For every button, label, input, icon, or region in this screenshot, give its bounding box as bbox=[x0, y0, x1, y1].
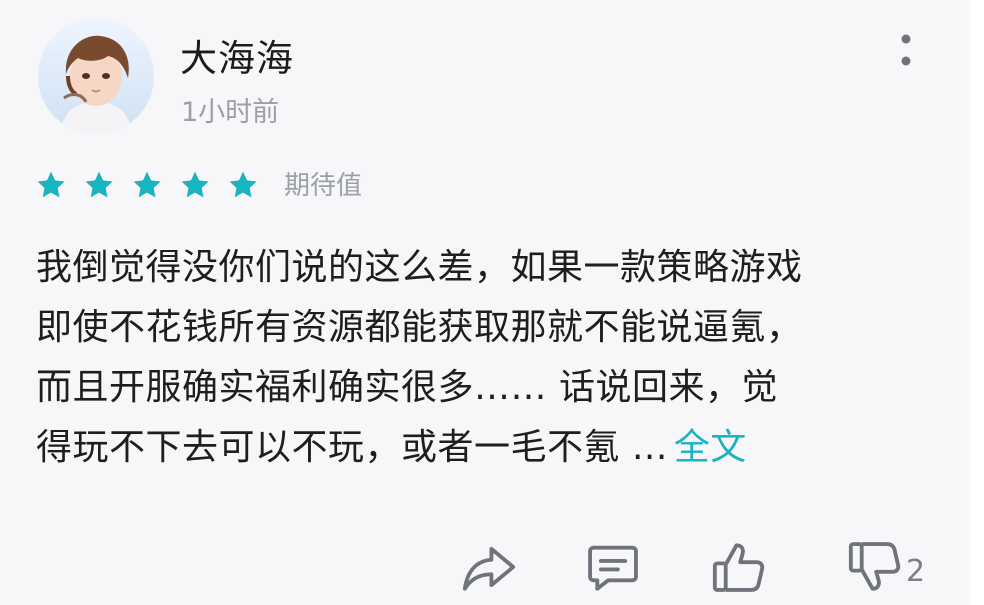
review-line: 而且开服确实福利确实很多…… 话说回来，觉 bbox=[36, 367, 778, 408]
thumbs-down-icon bbox=[848, 542, 901, 591]
dislike-count: 2 bbox=[906, 553, 926, 589]
star-icon bbox=[181, 171, 209, 197]
review-content[interactable]: 我倒觉得没你们说的这么差，如果一款策略游戏 即使不花钱所有资源都能获取那就不能说… bbox=[36, 238, 926, 478]
rating: 期待值 bbox=[34, 166, 362, 203]
scroll-edge bbox=[970, 0, 984, 605]
action-bar: 2 bbox=[460, 538, 940, 602]
star-icon bbox=[85, 171, 113, 197]
full-text-link[interactable]: 全文 bbox=[674, 427, 747, 468]
share-icon bbox=[462, 546, 516, 591]
star-icon bbox=[37, 171, 65, 197]
star-icon bbox=[133, 171, 161, 197]
rating-label: 期待值 bbox=[284, 171, 363, 201]
post-time: 1小时前 bbox=[181, 97, 280, 128]
review-card: 大海海 1小时前 期待值 我倒觉得没你们说的这么差，如果一款策略游戏 即使不花钱… bbox=[0, 0, 984, 605]
more-options-icon[interactable] bbox=[892, 34, 920, 72]
comment-icon bbox=[588, 545, 638, 591]
review-line: 得玩不下去可以不玩，或者一毛不氪 ... bbox=[36, 427, 668, 468]
comment-button[interactable] bbox=[584, 538, 642, 596]
share-button[interactable] bbox=[460, 538, 518, 596]
thumbs-up-icon bbox=[712, 543, 765, 592]
star-icon bbox=[229, 171, 257, 197]
author-name[interactable]: 大海海 bbox=[180, 28, 294, 82]
review-line-last: 得玩不下去可以不玩，或者一毛不氪 ... 全文 bbox=[36, 418, 926, 478]
review-line: 我倒觉得没你们说的这么差，如果一款策略游戏 bbox=[36, 247, 803, 288]
avatar-image bbox=[38, 18, 154, 134]
review-line: 即使不花钱所有资源都能获取那就不能说逼氪， bbox=[36, 307, 803, 348]
like-button[interactable] bbox=[710, 538, 768, 596]
dislike-button[interactable]: 2 bbox=[846, 538, 925, 596]
avatar[interactable] bbox=[38, 18, 154, 134]
